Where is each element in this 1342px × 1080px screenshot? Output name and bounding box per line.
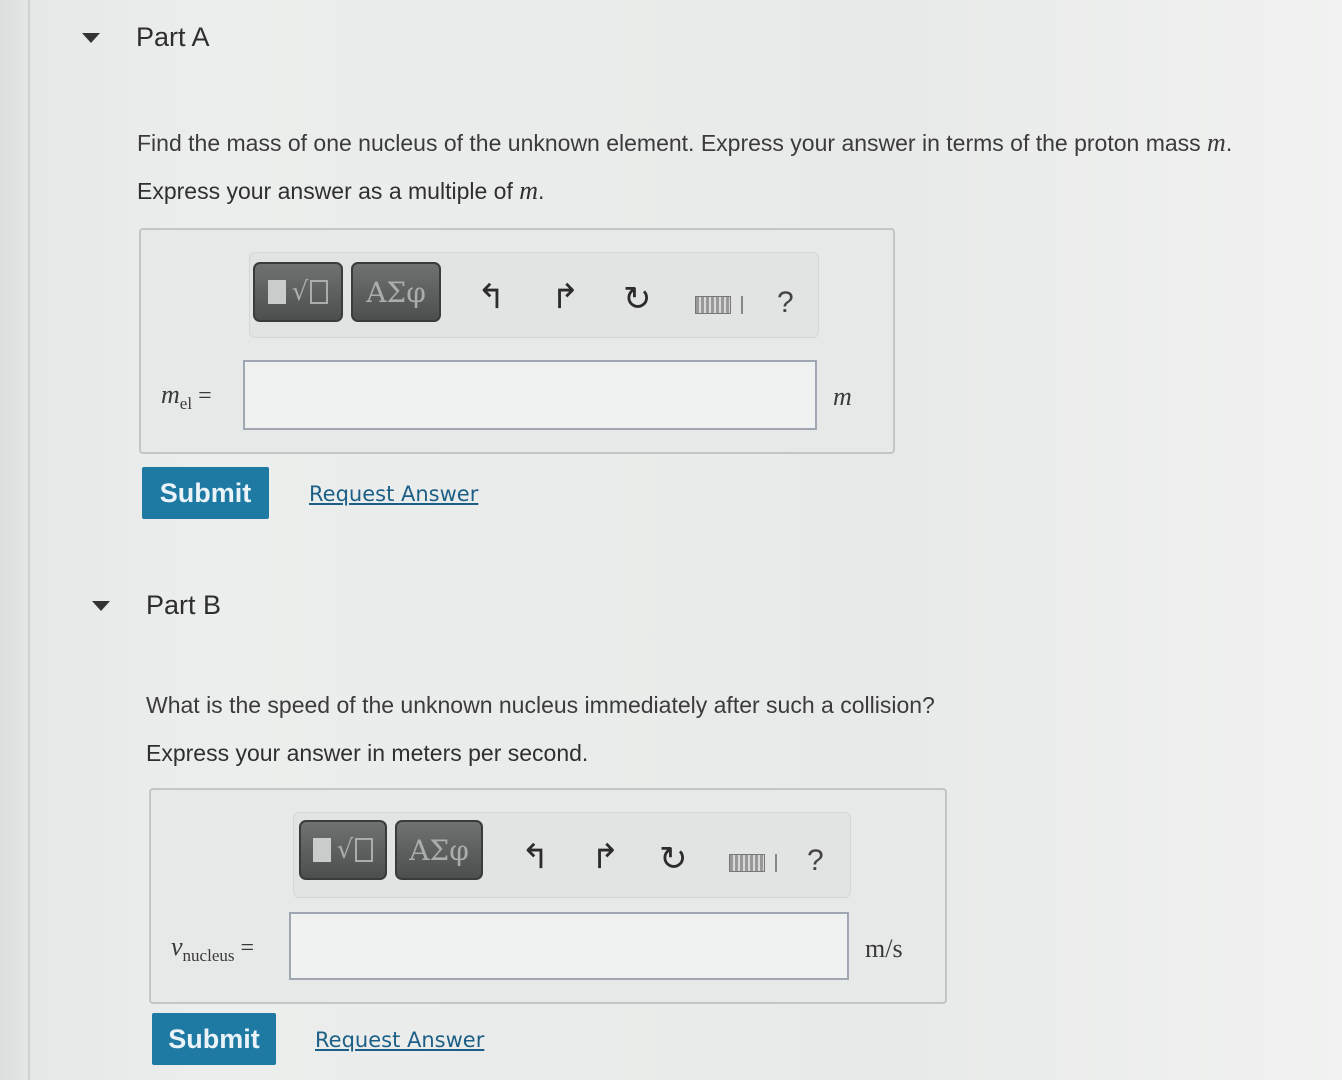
- part-a-var: m: [161, 380, 180, 409]
- sqrt-icon: √: [291, 277, 309, 307]
- part-a-prompt-var: m: [1207, 128, 1226, 157]
- part-a-prompt: Find the mass of one nucleus of the unkn…: [137, 128, 1232, 158]
- part-a-var-sub: el: [179, 393, 193, 413]
- part-b-var: v: [171, 932, 183, 961]
- part-b-greek-label: ΑΣφ: [409, 833, 469, 867]
- template-icon: [267, 280, 286, 304]
- part-b-request-answer-link[interactable]: Request Answer: [315, 1028, 484, 1052]
- part-b-answer-box: √ ΑΣφ ↰ ↱ ↻ ? vnucleus = m/s: [149, 788, 947, 1004]
- part-a-answer-box: √ ΑΣφ ↰ ↱ ↻ ? mel = m: [139, 228, 895, 454]
- part-b-template-button[interactable]: √: [299, 820, 387, 880]
- part-b-header[interactable]: Part B: [92, 590, 221, 621]
- part-a-template-button[interactable]: √: [253, 262, 343, 322]
- part-a-equals: =: [198, 383, 212, 409]
- part-a-instruction-text: Express your answer as a multiple of: [137, 178, 520, 204]
- box-icon: [310, 280, 329, 304]
- toolbar-separator: [775, 854, 777, 872]
- part-b-var-sub: nucleus: [182, 945, 235, 965]
- part-b-greek-button[interactable]: ΑΣφ: [395, 820, 483, 880]
- part-a-prompt-end: .: [1225, 130, 1233, 156]
- part-a-instruction-var: m: [519, 176, 538, 205]
- left-divider: [28, 0, 30, 1080]
- redo-icon[interactable]: ↱: [551, 280, 580, 314]
- part-b-equals: =: [240, 935, 255, 961]
- part-a-request-answer-link[interactable]: Request Answer: [309, 482, 478, 506]
- reset-icon[interactable]: ↻: [623, 282, 652, 316]
- caret-down-icon[interactable]: [92, 600, 110, 611]
- part-b-submit-button[interactable]: Submit: [152, 1013, 276, 1065]
- part-b-unit: m/s: [865, 934, 903, 963]
- part-a-header[interactable]: Part A: [82, 22, 210, 53]
- caret-down-icon[interactable]: [82, 32, 100, 43]
- part-b-prompt: What is the speed of the unknown nucleus…: [146, 692, 935, 718]
- toolbar-separator: [741, 296, 743, 314]
- sqrt-icon: √: [336, 835, 354, 865]
- part-a-greek-label: ΑΣφ: [366, 275, 426, 309]
- redo-icon[interactable]: ↱: [591, 840, 620, 874]
- box-icon: [355, 838, 374, 862]
- part-a-prompt-text: Find the mass of one nucleus of the unkn…: [137, 130, 1208, 156]
- part-a-greek-button[interactable]: ΑΣφ: [351, 262, 441, 322]
- part-a-instruction: Express your answer as a multiple of m.: [137, 176, 544, 206]
- keyboard-icon[interactable]: [695, 296, 731, 314]
- part-a-answer-input[interactable]: [243, 360, 817, 430]
- part-b-answer-input[interactable]: [289, 912, 849, 980]
- reset-icon[interactable]: ↻: [659, 842, 688, 876]
- template-icon: [312, 838, 331, 862]
- part-a-variable-label: mel =: [161, 380, 212, 414]
- keyboard-icon[interactable]: [729, 854, 765, 872]
- part-b-variable-label: vnucleus =: [171, 932, 254, 966]
- help-icon[interactable]: ?: [807, 844, 824, 878]
- undo-icon[interactable]: ↰: [521, 840, 550, 874]
- part-b-title: Part B: [146, 590, 222, 620]
- part-a-instruction-end: .: [538, 178, 545, 204]
- part-a-submit-button[interactable]: Submit: [142, 467, 269, 519]
- help-icon[interactable]: ?: [777, 286, 794, 320]
- undo-icon[interactable]: ↰: [477, 280, 506, 314]
- part-a-title: Part A: [136, 22, 210, 52]
- part-a-unit: m: [833, 382, 852, 411]
- part-b-instruction: Express your answer in meters per second…: [146, 740, 589, 766]
